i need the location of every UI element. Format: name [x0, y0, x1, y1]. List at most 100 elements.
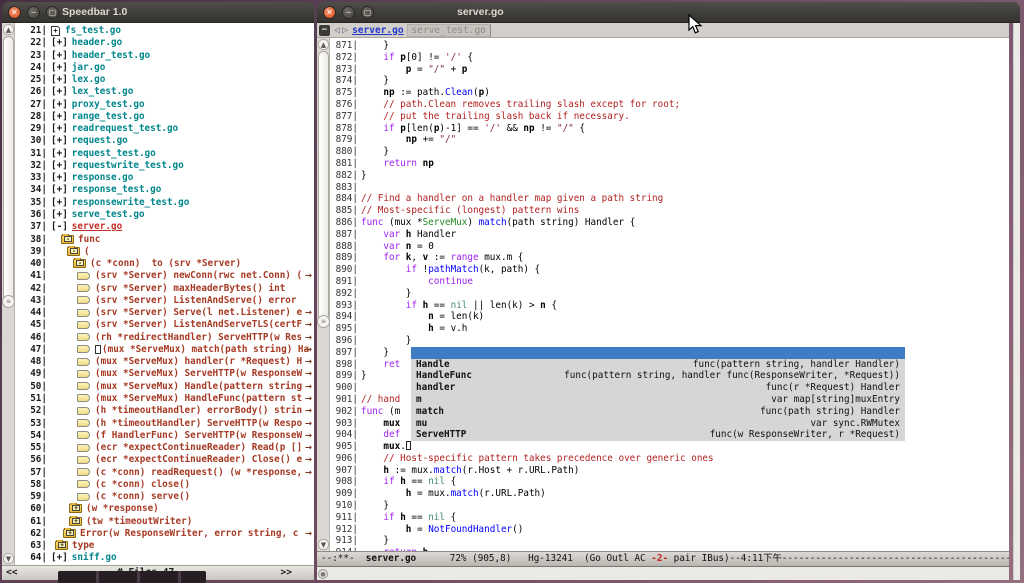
speedbar-row[interactable]: 27|[+]proxy_test.go: [15, 99, 314, 111]
code-line[interactable]: 888| var n = 0: [330, 241, 1009, 253]
file-label[interactable]: serve_test.go: [72, 209, 145, 220]
tag-icon[interactable]: [77, 394, 90, 402]
tag-icon[interactable]: [77, 284, 90, 292]
speedbar-row[interactable]: 32|[+]requestwrite_test.go: [15, 160, 314, 172]
scrollbar-thumb[interactable]: [3, 36, 14, 301]
tab-back-icon[interactable]: ◁: [334, 25, 340, 36]
file-page-icon[interactable]: +: [51, 26, 60, 36]
speedbar-row[interactable]: 51|(mux *ServeMux) HandleFunc(pattern st…: [15, 393, 314, 405]
speedbar-row[interactable]: 31|[+]request_test.go: [15, 148, 314, 160]
tag-icon[interactable]: [77, 296, 90, 304]
scrollbar-thumb[interactable]: [318, 51, 329, 321]
folder-icon[interactable]: -: [61, 235, 74, 244]
file-label[interactable]: proxy_test.go: [72, 99, 145, 110]
code-line[interactable]: 892| }: [330, 288, 1009, 300]
file-label[interactable]: header_test.go: [72, 50, 150, 61]
scroll-down-icon[interactable]: ▼: [318, 539, 329, 550]
tag-label[interactable]: (w *response): [86, 503, 159, 514]
tag-icon[interactable]: [77, 419, 90, 427]
tag-label[interactable]: (c *conn) serve(): [95, 491, 190, 502]
folder-icon[interactable]: +: [69, 517, 82, 526]
file-label[interactable]: responsewrite_test.go: [72, 197, 190, 208]
autocomplete-item[interactable]: muvar sync.RWMutex: [411, 418, 905, 430]
tag-label[interactable]: (mux *ServeMux) HandleFunc(pattern st: [95, 393, 302, 404]
code-line[interactable]: 875| np := path.Clean(p): [330, 87, 1009, 99]
tag-label[interactable]: (srv *Server) ListenAndServeTLS(certF: [95, 319, 302, 330]
file-label[interactable]: readrequest_test.go: [72, 123, 178, 134]
speedbar-row[interactable]: 64|[+]sniff.go: [15, 552, 314, 564]
speedbar-row[interactable]: 59|(c *conn) serve(): [15, 491, 314, 503]
tag-icon[interactable]: [77, 456, 90, 464]
autocomplete-item[interactable]: HandleFuncfunc(pattern string, handler f…: [411, 370, 905, 382]
tab-forward-icon[interactable]: ▷: [342, 25, 348, 36]
tabbar-collapse-icon[interactable]: −: [319, 25, 330, 36]
speedbar-row[interactable]: 45|(srv *Server) ListenAndServeTLS(certF…: [15, 319, 314, 331]
code-line[interactable]: 876| // path.Clean removes trailing slas…: [330, 99, 1009, 111]
autocomplete-item[interactable]: Handlefunc(pattern string, handler Handl…: [411, 359, 905, 371]
speedbar-row[interactable]: 39|-(: [15, 246, 314, 258]
tag-icon[interactable]: [77, 272, 90, 280]
tag-label[interactable]: (c *conn) close(): [95, 479, 190, 490]
minimize-icon[interactable]: ─: [27, 6, 40, 19]
tag-label[interactable]: (srv *Server) Serve(l net.Listener) e: [95, 307, 302, 318]
speedbar-row[interactable]: 25|[+]lex.go: [15, 74, 314, 86]
code-line[interactable]: 905| mux.: [330, 441, 1009, 453]
scrollbar-grip[interactable]: ≡: [2, 295, 15, 308]
speedbar-row[interactable]: 56|(ecr *expectContinueReader) Close() e…: [15, 454, 314, 466]
file-label[interactable]: response_test.go: [72, 184, 162, 195]
speedbar-titlebar[interactable]: ✕ ─ ▢ Speedbar 1.0: [2, 2, 314, 23]
tag-label[interactable]: (srv *Server) maxHeaderBytes() int: [95, 283, 285, 294]
speedbar-row[interactable]: 62|+Error(w ResponseWriter, error string…: [15, 528, 314, 540]
expand-plus-icon[interactable]: [+]: [51, 50, 68, 61]
file-label[interactable]: fs_test.go: [65, 25, 121, 36]
tag-icon[interactable]: [77, 431, 90, 439]
expand-plus-icon[interactable]: [+]: [51, 160, 68, 171]
speedbar-row[interactable]: 48|(mux *ServeMux) handler(r *Request) H…: [15, 356, 314, 368]
file-label[interactable]: server.go: [72, 221, 122, 232]
tag-icon[interactable]: [77, 444, 90, 452]
speedbar-row[interactable]: 49|(mux *ServeMux) ServeHTTP(w ResponseW…: [15, 368, 314, 380]
code-line[interactable]: 913| }: [330, 535, 1009, 547]
collapse-minus-icon[interactable]: [-]: [51, 221, 68, 232]
echo-area[interactable]: ●: [317, 567, 1009, 580]
code-line[interactable]: 895| h = v.h: [330, 323, 1009, 335]
code-line[interactable]: 887| var h Handler: [330, 229, 1009, 241]
speedbar-row[interactable]: 35|[+]responsewrite_test.go: [15, 197, 314, 209]
tag-icon[interactable]: [77, 358, 90, 366]
speedbar-row[interactable]: 28|[+]range_test.go: [15, 111, 314, 123]
speedbar-row[interactable]: 58|(c *conn) close(): [15, 479, 314, 491]
folder-icon[interactable]: -: [73, 259, 86, 268]
expand-plus-icon[interactable]: [+]: [51, 86, 68, 97]
speedbar-row[interactable]: 53|(h *timeoutHandler) ServeHTTP(w Respo…: [15, 418, 314, 430]
speedbar-row[interactable]: 61|+(tw *timeoutWriter): [15, 516, 314, 528]
expand-plus-icon[interactable]: [+]: [51, 62, 68, 73]
tag-label[interactable]: (f HandlerFunc) ServeHTTP(w ResponseW: [95, 430, 302, 441]
expand-plus-icon[interactable]: [+]: [51, 135, 68, 146]
tag-label[interactable]: (rh *redirectHandler) ServeHTTP(w Res: [95, 332, 302, 343]
speedbar-scroll-left[interactable]: <<: [6, 566, 17, 580]
maximize-icon[interactable]: ▢: [46, 6, 59, 19]
speedbar-row[interactable]: 30|[+]request.go: [15, 135, 314, 147]
scrollbar-grip[interactable]: ≡: [317, 315, 330, 328]
tag-icon[interactable]: [77, 468, 90, 476]
close-icon[interactable]: ✕: [8, 6, 21, 19]
expand-plus-icon[interactable]: [+]: [51, 37, 68, 48]
speedbar-row[interactable]: 46|(rh *redirectHandler) ServeHTTP(w Res…: [15, 332, 314, 344]
speedbar-row[interactable]: 63|+type: [15, 540, 314, 552]
scroll-down-icon[interactable]: ▼: [3, 553, 14, 564]
code-line[interactable]: 872| if p[0] != '/' {: [330, 52, 1009, 64]
tag-label[interactable]: (srv *Server) ListenAndServe() error: [95, 295, 297, 306]
folder-icon[interactable]: +: [55, 541, 68, 550]
code-line[interactable]: 871| }: [330, 40, 1009, 52]
folder-icon[interactable]: +: [69, 504, 82, 513]
speedbar-row[interactable]: 34|[+]response_test.go: [15, 184, 314, 196]
code-line[interactable]: 912| h = NotFoundHandler(): [330, 524, 1009, 536]
minimize-icon[interactable]: ─: [342, 6, 355, 19]
expand-plus-icon[interactable]: [+]: [51, 197, 68, 208]
expand-plus-icon[interactable]: [+]: [51, 111, 68, 122]
autocomplete-item[interactable]: [411, 347, 905, 359]
code-line[interactable]: 907| h := mux.match(r.Host + r.URL.Path): [330, 465, 1009, 477]
speedbar-row[interactable]: 42|(srv *Server) maxHeaderBytes() int: [15, 283, 314, 295]
code-area[interactable]: ▲ ≡ ▼ 871| }872| if p[0] != '/' {873| p …: [317, 38, 1009, 551]
tag-label[interactable]: (mux *ServeMux) match(path string) Ha: [102, 344, 309, 355]
